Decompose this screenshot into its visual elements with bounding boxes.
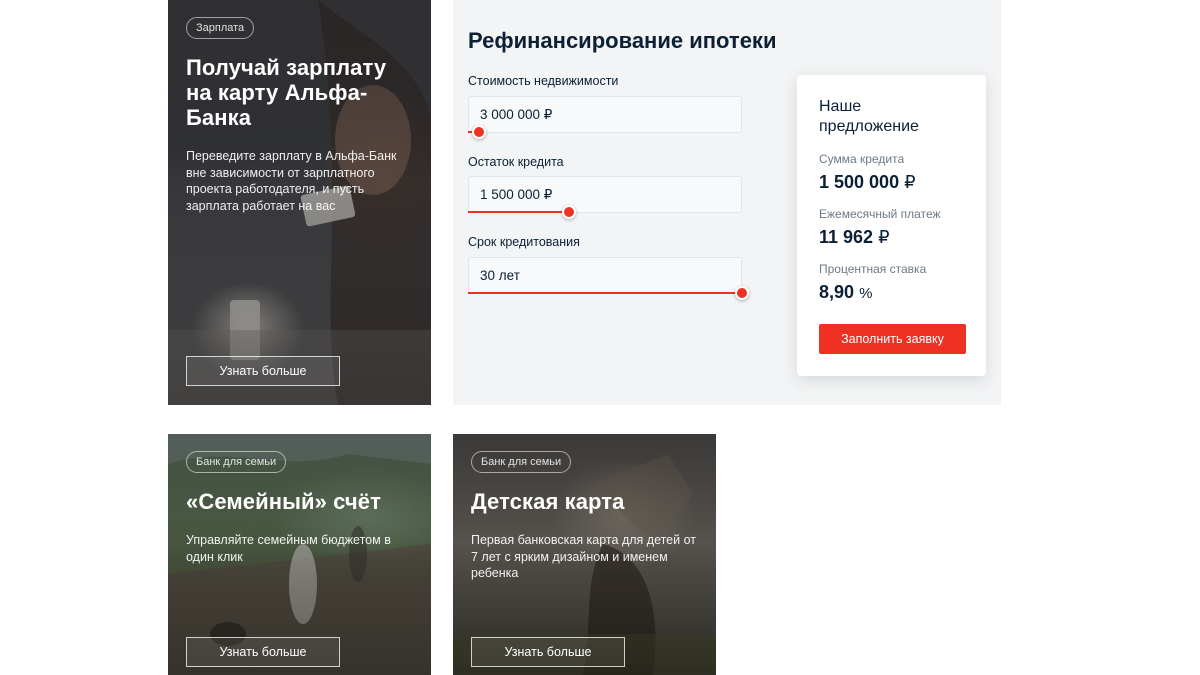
interest-rate-number: 8,90	[819, 282, 855, 302]
family-card-text: Управляйте семейным бюджетом в один клик	[186, 533, 391, 564]
loan-amount-currency: ₽	[904, 172, 916, 192]
offer-summary-card: Наше предложение Сумма кредита 1 500 000…	[797, 75, 986, 376]
loan-term-label: Срок кредитования	[468, 235, 580, 249]
kids-card-promo[interactable]: Банк для семьи Детская карта Первая банк…	[453, 434, 716, 675]
family-account-card[interactable]: Банк для семьи «Семейный» счёт Управляйт…	[168, 434, 431, 675]
monthly-payment-number: 11 962	[819, 227, 874, 247]
interest-rate-unit: %	[859, 285, 873, 302]
loan-term-slider-track	[468, 292, 742, 294]
family-card-title: «Семейный» счёт	[186, 489, 381, 514]
apply-button[interactable]: Заполнить заявку	[819, 324, 966, 354]
loan-amount-number: 1 500 000	[819, 172, 900, 192]
property-value-slider-handle[interactable]	[472, 125, 486, 139]
interest-rate-value: 8,90 %	[819, 282, 872, 303]
property-value-label: Стоимость недвижимости	[468, 74, 619, 88]
offer-title: Наше предложение	[819, 98, 919, 135]
monthly-payment-currency: ₽	[878, 227, 890, 247]
kids-card-chip: Банк для семьи	[471, 451, 572, 473]
property-value-input[interactable]: 3 000 000 ₽	[468, 96, 742, 133]
loan-balance-slider-handle[interactable]	[562, 205, 576, 219]
loan-balance-input[interactable]: 1 500 000 ₽	[468, 176, 742, 213]
loan-term-slider-handle[interactable]	[735, 286, 749, 300]
salary-card-chip: Зарплата	[186, 17, 255, 39]
kids-learn-more-button[interactable]: Узнать больше	[471, 637, 625, 667]
mortgage-refinance-calculator: Рефинансирование ипотеки Стоимость недви…	[453, 0, 1001, 405]
loan-balance-slider-track	[468, 211, 569, 213]
loan-balance-label: Остаток кредита	[468, 155, 564, 169]
interest-rate-label: Процентная ставка	[819, 262, 927, 276]
kids-card-title: Детская карта	[471, 489, 625, 514]
family-card-chip: Банк для семьи	[186, 451, 287, 473]
salary-learn-more-button[interactable]: Узнать больше	[186, 356, 340, 386]
loan-amount-label: Сумма кредита	[819, 152, 905, 166]
loan-term-input[interactable]: 30 лет	[468, 257, 742, 294]
refinance-title: Рефинансирование ипотеки	[468, 28, 777, 53]
kids-card-text: Первая банковская карта для детей от 7 л…	[471, 533, 696, 580]
loan-amount-value: 1 500 000 ₽	[819, 172, 916, 193]
salary-promo-card[interactable]: Зарплата Получай зарплату на карту Альфа…	[168, 0, 431, 405]
monthly-payment-label: Ежемесячный платеж	[819, 207, 941, 221]
salary-card-text: Переведите зарплату в Альфа-Банк вне зав…	[186, 149, 397, 213]
family-learn-more-button[interactable]: Узнать больше	[186, 637, 340, 667]
monthly-payment-value: 11 962 ₽	[819, 227, 890, 248]
salary-card-title: Получай зарплату на карту Альфа-Банка	[186, 55, 387, 130]
